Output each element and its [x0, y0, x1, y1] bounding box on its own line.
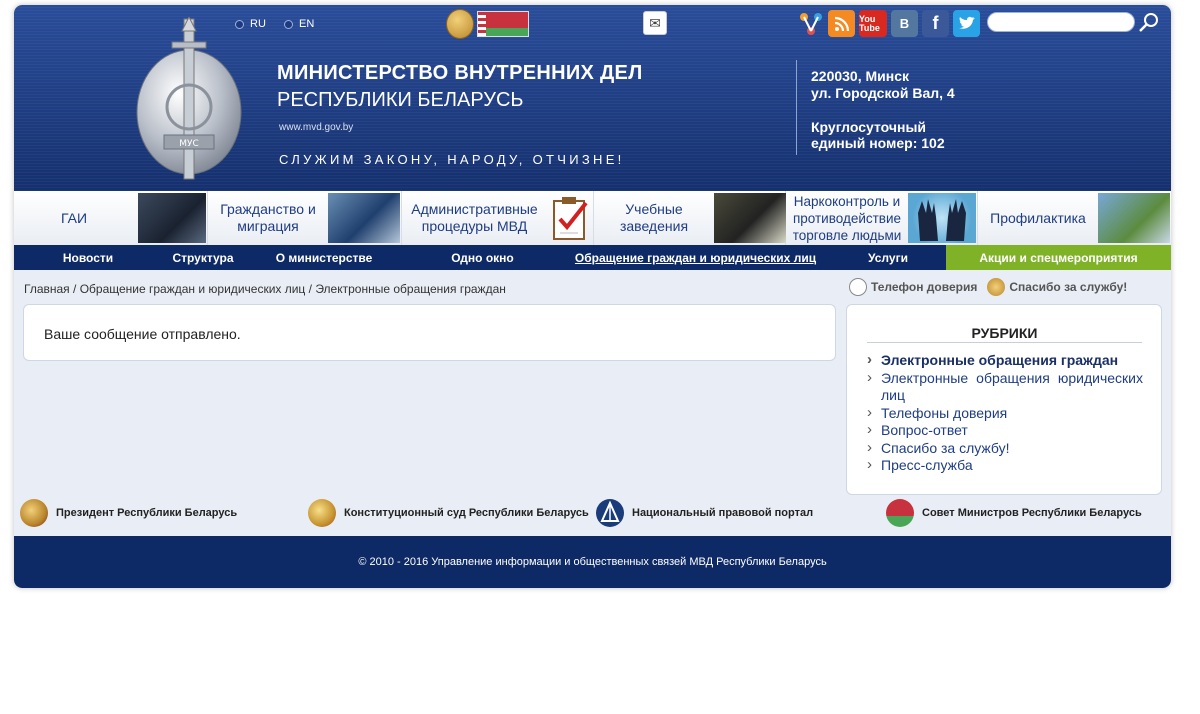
hotline-line-1: Круглосуточный: [811, 119, 927, 135]
emblem-icon: [20, 499, 48, 527]
success-message: Ваше сообщение отправлено.: [44, 326, 241, 342]
vk-icon[interactable]: B: [891, 10, 918, 37]
link-council-ministers[interactable]: Совет Министров Республики Беларусь: [886, 499, 1142, 527]
trust-phone-link[interactable]: Телефон доверия: [871, 280, 977, 294]
rubric-item[interactable]: Вопрос-ответ: [867, 421, 1143, 440]
hotline-line-2: единый номер: 102: [811, 135, 945, 151]
address-line-1: 220030, Минск: [811, 68, 910, 84]
partner-links: Президент Республики Беларусь Конституци…: [14, 499, 1171, 533]
lang-en[interactable]: EN: [284, 18, 314, 30]
portal-icon: [596, 499, 624, 527]
state-emblem-icon[interactable]: [446, 9, 474, 39]
breadcrumb: Главная / Обращение граждан и юридически…: [24, 282, 506, 296]
flag-icon: [886, 499, 914, 527]
link-constitutional-court[interactable]: Конституционный суд Республики Беларусь: [308, 499, 589, 527]
breadcrumb-home[interactable]: Главная: [24, 282, 70, 296]
breadcrumb-appeals[interactable]: Обращение граждан и юридических лиц: [80, 282, 306, 296]
category-education[interactable]: Учебные заведения: [594, 191, 786, 245]
site-title: МИНИСТЕРСТВО ВНУТРЕННИХ ДЕЛ: [277, 62, 643, 84]
mvd-badge-logo[interactable]: МУС: [134, 15, 244, 187]
mail-icon[interactable]: ✉: [643, 11, 667, 35]
rss-icon[interactable]: [828, 10, 855, 37]
radio-icon: [284, 19, 293, 29]
youtube-icon[interactable]: You Tube: [859, 10, 887, 37]
rubric-item[interactable]: Телефоны доверия: [867, 404, 1143, 423]
nav-services[interactable]: Услуги: [830, 245, 946, 270]
main-nav: Новости Структура О министерстве Одно ок…: [14, 245, 1171, 270]
gai-image: [138, 193, 206, 243]
facebook-icon[interactable]: f: [922, 10, 949, 37]
rubric-item[interactable]: Пресс-служба: [867, 456, 1143, 475]
share-icon[interactable]: [797, 10, 824, 37]
site-header: RU EN ✉ You Tube B f МУС МИНИСТЕРСТВО ВН…: [14, 5, 1171, 191]
link-president[interactable]: Президент Республики Беларусь: [20, 499, 237, 527]
rubrics-panel: РУБРИКИ Электронные обращения граждан Эл…: [846, 304, 1162, 495]
twitter-icon[interactable]: [953, 10, 980, 37]
flag-icon[interactable]: [477, 11, 529, 37]
thanks-link[interactable]: Спасибо за службу!: [1009, 280, 1127, 294]
category-prevention[interactable]: Профилактика: [978, 191, 1171, 245]
phone-icon: [849, 278, 867, 296]
nav-promotions[interactable]: Акции и спецмероприятия: [946, 245, 1171, 270]
nav-structure[interactable]: Структура: [162, 245, 244, 270]
education-image: [714, 193, 786, 243]
message-panel: Ваше сообщение отправлено.: [23, 304, 836, 361]
search-icon[interactable]: [1138, 12, 1160, 34]
category-drug-control[interactable]: Наркоконтроль и противодействие торговле…: [786, 191, 978, 245]
breadcrumb-current: Электронные обращения граждан: [315, 282, 506, 296]
search-input[interactable]: [987, 12, 1135, 32]
prevention-image: [1098, 193, 1170, 243]
rubric-item[interactable]: Электронные обращения граждан: [867, 351, 1143, 370]
motto: СЛУЖИМ ЗАКОНУ, НАРОДУ, ОТЧИЗНЕ!: [279, 152, 625, 167]
copyright: © 2010 - 2016 Управление информации и об…: [358, 556, 827, 568]
svg-text:МУС: МУС: [179, 139, 199, 149]
nav-news[interactable]: Новости: [14, 245, 162, 270]
rubric-item[interactable]: Электронные обращения юридических лиц: [867, 369, 1143, 405]
rubrics-title: РУБРИКИ: [867, 325, 1142, 343]
site-subtitle: РЕСПУБЛИКИ БЕЛАРУСЬ: [277, 89, 524, 111]
site-footer: © 2010 - 2016 Управление информации и об…: [14, 536, 1171, 588]
medal-icon: [987, 278, 1006, 296]
nav-about[interactable]: О министерстве: [244, 245, 404, 270]
category-citizenship[interactable]: Гражданство и миграция: [208, 191, 402, 245]
passport-image: [328, 193, 400, 243]
nav-appeals[interactable]: Обращение граждан и юридических лиц: [561, 245, 830, 270]
rubric-item[interactable]: Спасибо за службу!: [867, 439, 1143, 458]
category-gai[interactable]: ГАИ: [14, 191, 208, 245]
checklist-icon: [548, 195, 592, 241]
trust-links: Телефон доверия Спасибо за службу!: [849, 278, 1127, 296]
site-url[interactable]: www.mvd.gov.by: [279, 122, 353, 133]
nav-one-window[interactable]: Одно окно: [404, 245, 561, 270]
drug-control-image: [908, 193, 976, 243]
address-line-2: ул. Городской Вал, 4: [811, 85, 955, 101]
divider: [796, 60, 797, 155]
link-legal-portal[interactable]: Национальный правовой портал: [596, 499, 813, 527]
emblem-icon: [308, 499, 336, 527]
category-admin-procedures[interactable]: Административные процедуры МВД: [402, 191, 594, 245]
category-bar: ГАИ Гражданство и миграция Административ…: [14, 191, 1171, 245]
page: RU EN ✉ You Tube B f МУС МИНИСТЕРСТВО ВН…: [14, 5, 1171, 588]
